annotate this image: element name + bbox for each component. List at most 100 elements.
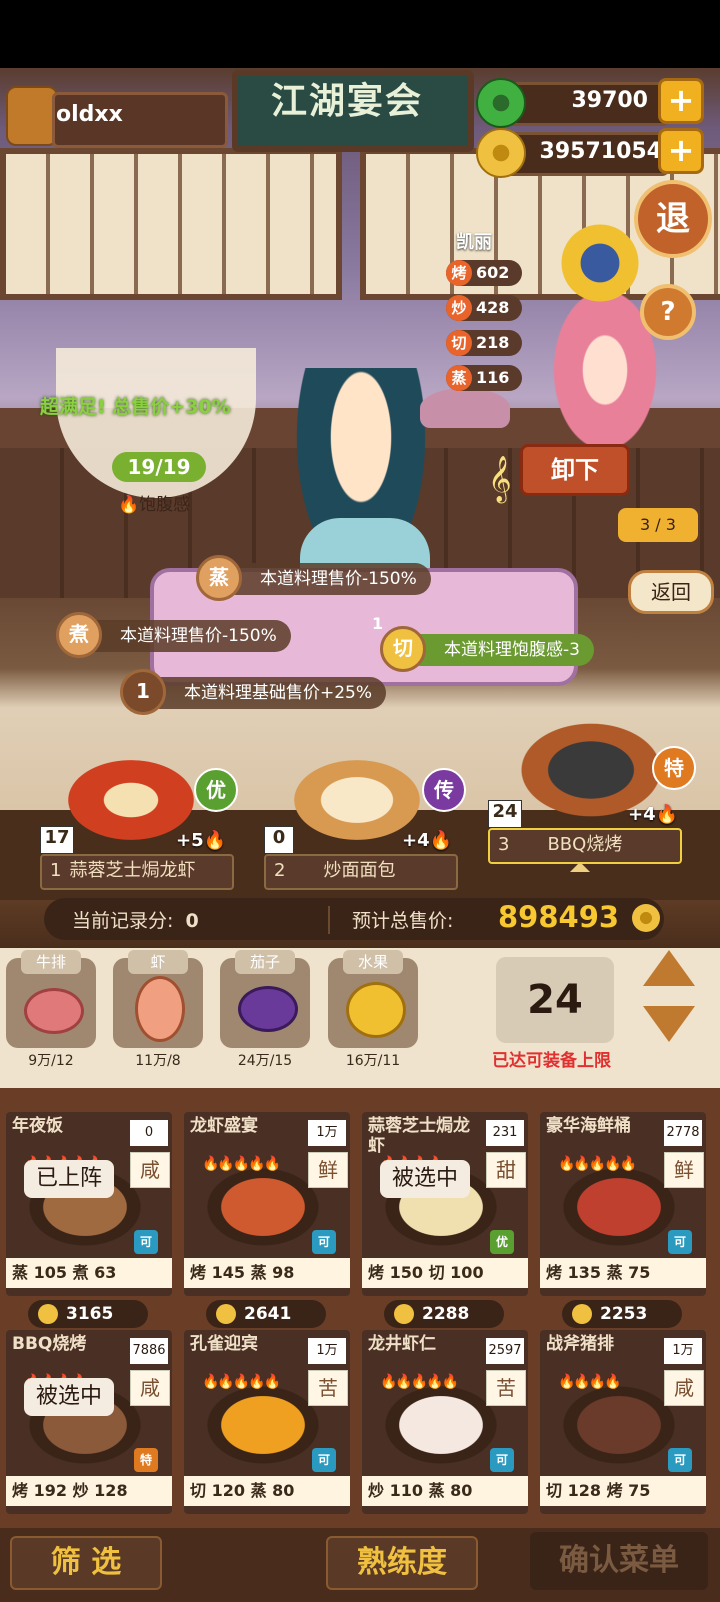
recipe-name: 龙虾盛宴: [190, 1116, 258, 1136]
scroll-up-button[interactable]: [643, 950, 695, 986]
slot-dish-name: BBQ烧烤: [547, 834, 623, 855]
skill-value: 192: [33, 1481, 67, 1500]
effect-base-price: 本道料理基础售价+25%: [144, 677, 387, 709]
skill-value: 150: [389, 1263, 423, 1282]
recipe-card[interactable]: 蒜蓉芝士焗龙虾231甜🔥🔥🔥🔥优烤 150 切 100: [362, 1112, 528, 1296]
skill-value: 145: [211, 1263, 245, 1282]
slot2-count: 0: [264, 826, 294, 854]
jade-value: 39700: [571, 88, 648, 113]
slot-1[interactable]: 1 蒜蓉芝士焗龙虾: [40, 854, 234, 890]
recipe-owned-count: 7886: [130, 1338, 168, 1364]
skill-key: 蒸: [606, 1263, 623, 1282]
scroll-down-button[interactable]: [643, 1006, 695, 1042]
record-score-label: 当前记录分:: [72, 910, 174, 932]
skill-value: 135: [567, 1263, 601, 1282]
selected-arrow-icon: [570, 862, 590, 872]
price-value: 2253: [600, 1304, 648, 1324]
recipe-card[interactable]: 孔雀迎宾 1万苦 🔥🔥🔥🔥🔥 可切 120 蒸 80: [184, 1330, 350, 1514]
slot-index: 3: [498, 834, 510, 855]
stat-value: 116: [476, 368, 510, 387]
record-score: 当前记录分: 0: [72, 906, 199, 933]
slot-3[interactable]: 3 BBQ烧烤: [488, 828, 682, 864]
status-bar: [0, 0, 720, 68]
divider: [328, 906, 330, 934]
coin-icon: [572, 1304, 592, 1324]
skill-key: 烤: [546, 1263, 563, 1282]
help-button[interactable]: ?: [640, 284, 696, 340]
recipe-card[interactable]: 龙井虾仁 2597 苦 🔥🔥🔥🔥🔥 可炒 110 蒸 80: [362, 1330, 528, 1514]
back-button[interactable]: 返回: [628, 570, 714, 614]
confirm-menu-button[interactable]: 确认菜单: [530, 1532, 708, 1590]
taste-tag: 甜: [486, 1152, 526, 1188]
skill-value: 100: [450, 1263, 484, 1282]
recipe-tag: 优: [490, 1230, 514, 1254]
lobster-dish-image: [68, 760, 194, 840]
recipe-card[interactable]: 龙虾盛宴 1万鲜 🔥🔥🔥🔥🔥 可烤 145 蒸 98: [184, 1112, 350, 1296]
skill-row: 烤 192 炒 128: [6, 1476, 172, 1506]
recipe-tag: 可: [668, 1448, 692, 1472]
page-title: 江湖宴会: [270, 81, 423, 122]
equip-limit-note: 已达可装备上限: [492, 1051, 611, 1071]
effect-steam: 本道料理售价-150%: [220, 563, 431, 595]
fire-icon: 🔥: [429, 830, 453, 851]
recipe-owned-count: 1万: [308, 1338, 346, 1364]
skill-value: 80: [272, 1481, 295, 1500]
stat-cut: 切 218: [446, 330, 522, 356]
skill-value: 63: [94, 1263, 117, 1282]
stat-value: 428: [476, 298, 510, 317]
recipe-card[interactable]: BBQ烧烤7886咸🔥🔥🔥🔥特烤 192 炒 128: [6, 1330, 172, 1514]
add-jade-button[interactable]: +: [658, 78, 704, 124]
stat-key: 炒: [446, 295, 472, 321]
recipe-tag: 可: [490, 1448, 514, 1472]
stat-stirfry: 炒 428: [446, 295, 522, 321]
recipe-name: 战斧猪排: [546, 1334, 614, 1354]
ingredient-count: 16万/11: [345, 1053, 401, 1069]
fire-icon: 🔥: [203, 830, 227, 851]
skill-value: 110: [389, 1481, 423, 1500]
music-note-icon: 𝄞: [488, 456, 512, 502]
stat-key: 切: [446, 330, 472, 356]
price-value: 2641: [244, 1304, 292, 1324]
recipe-name: 孔雀迎宾: [190, 1334, 258, 1354]
skill-value: 75: [628, 1263, 651, 1282]
skill-value: 120: [211, 1481, 245, 1500]
slot3-bonus: +4🔥: [628, 804, 678, 825]
taste-tag: 咸: [130, 1370, 170, 1406]
slot-index: 2: [274, 860, 286, 881]
slot2-bonus: +4🔥: [402, 830, 452, 851]
recipe-card[interactable]: 战斧猪排 1万咸 🔥🔥🔥🔥 可切 128 烤 75: [540, 1330, 706, 1514]
player-avatar[interactable]: [6, 86, 58, 146]
character-name: 凯丽: [456, 232, 492, 253]
slot-2[interactable]: 2 炒面面包: [264, 854, 458, 890]
eggplant-icon: [238, 986, 298, 1032]
pot-icon: [420, 388, 510, 428]
flame-rating: 🔥🔥🔥🔥🔥: [558, 1156, 637, 1172]
skill-key: 烤: [12, 1481, 29, 1500]
slot1-count: 17: [40, 826, 74, 854]
ingredient-label: 水果: [343, 950, 403, 974]
coin-icon: [38, 1304, 58, 1324]
quality-badge: 特: [652, 746, 696, 790]
skill-key: 烤: [606, 1481, 623, 1500]
slot1-bonus: +5🔥: [176, 830, 226, 851]
proficiency-button[interactable]: 熟练度: [326, 1536, 478, 1590]
skill-value: 128: [94, 1481, 128, 1500]
filter-button[interactable]: 筛 选: [10, 1536, 162, 1590]
recipe-card[interactable]: 年夜饭0咸🔥🔥🔥🔥🔥可蒸 105 煮 63: [6, 1112, 172, 1296]
fruit-icon: [346, 982, 406, 1038]
add-coin-button[interactable]: +: [658, 128, 704, 174]
price-value: 3165: [66, 1304, 114, 1324]
bonus-value: +5: [176, 830, 204, 851]
recipe-name: 豪华海鲜桶: [546, 1116, 631, 1136]
skill-key: 煮: [72, 1263, 89, 1282]
slot-index: 1: [50, 860, 62, 881]
steak-icon: [24, 988, 84, 1034]
recipe-tag: 可: [668, 1230, 692, 1254]
stat-steam: 蒸 116: [446, 365, 522, 391]
skill-key: 烤: [368, 1263, 385, 1282]
exit-button[interactable]: 退: [634, 180, 712, 258]
cut-level: 1: [372, 614, 384, 633]
recipe-status: 被选中: [24, 1378, 115, 1416]
recipe-card[interactable]: 豪华海鲜桶 2778 鲜 🔥🔥🔥🔥🔥 可烤 135 蒸 75: [540, 1112, 706, 1296]
unload-button[interactable]: 卸下: [520, 444, 630, 496]
